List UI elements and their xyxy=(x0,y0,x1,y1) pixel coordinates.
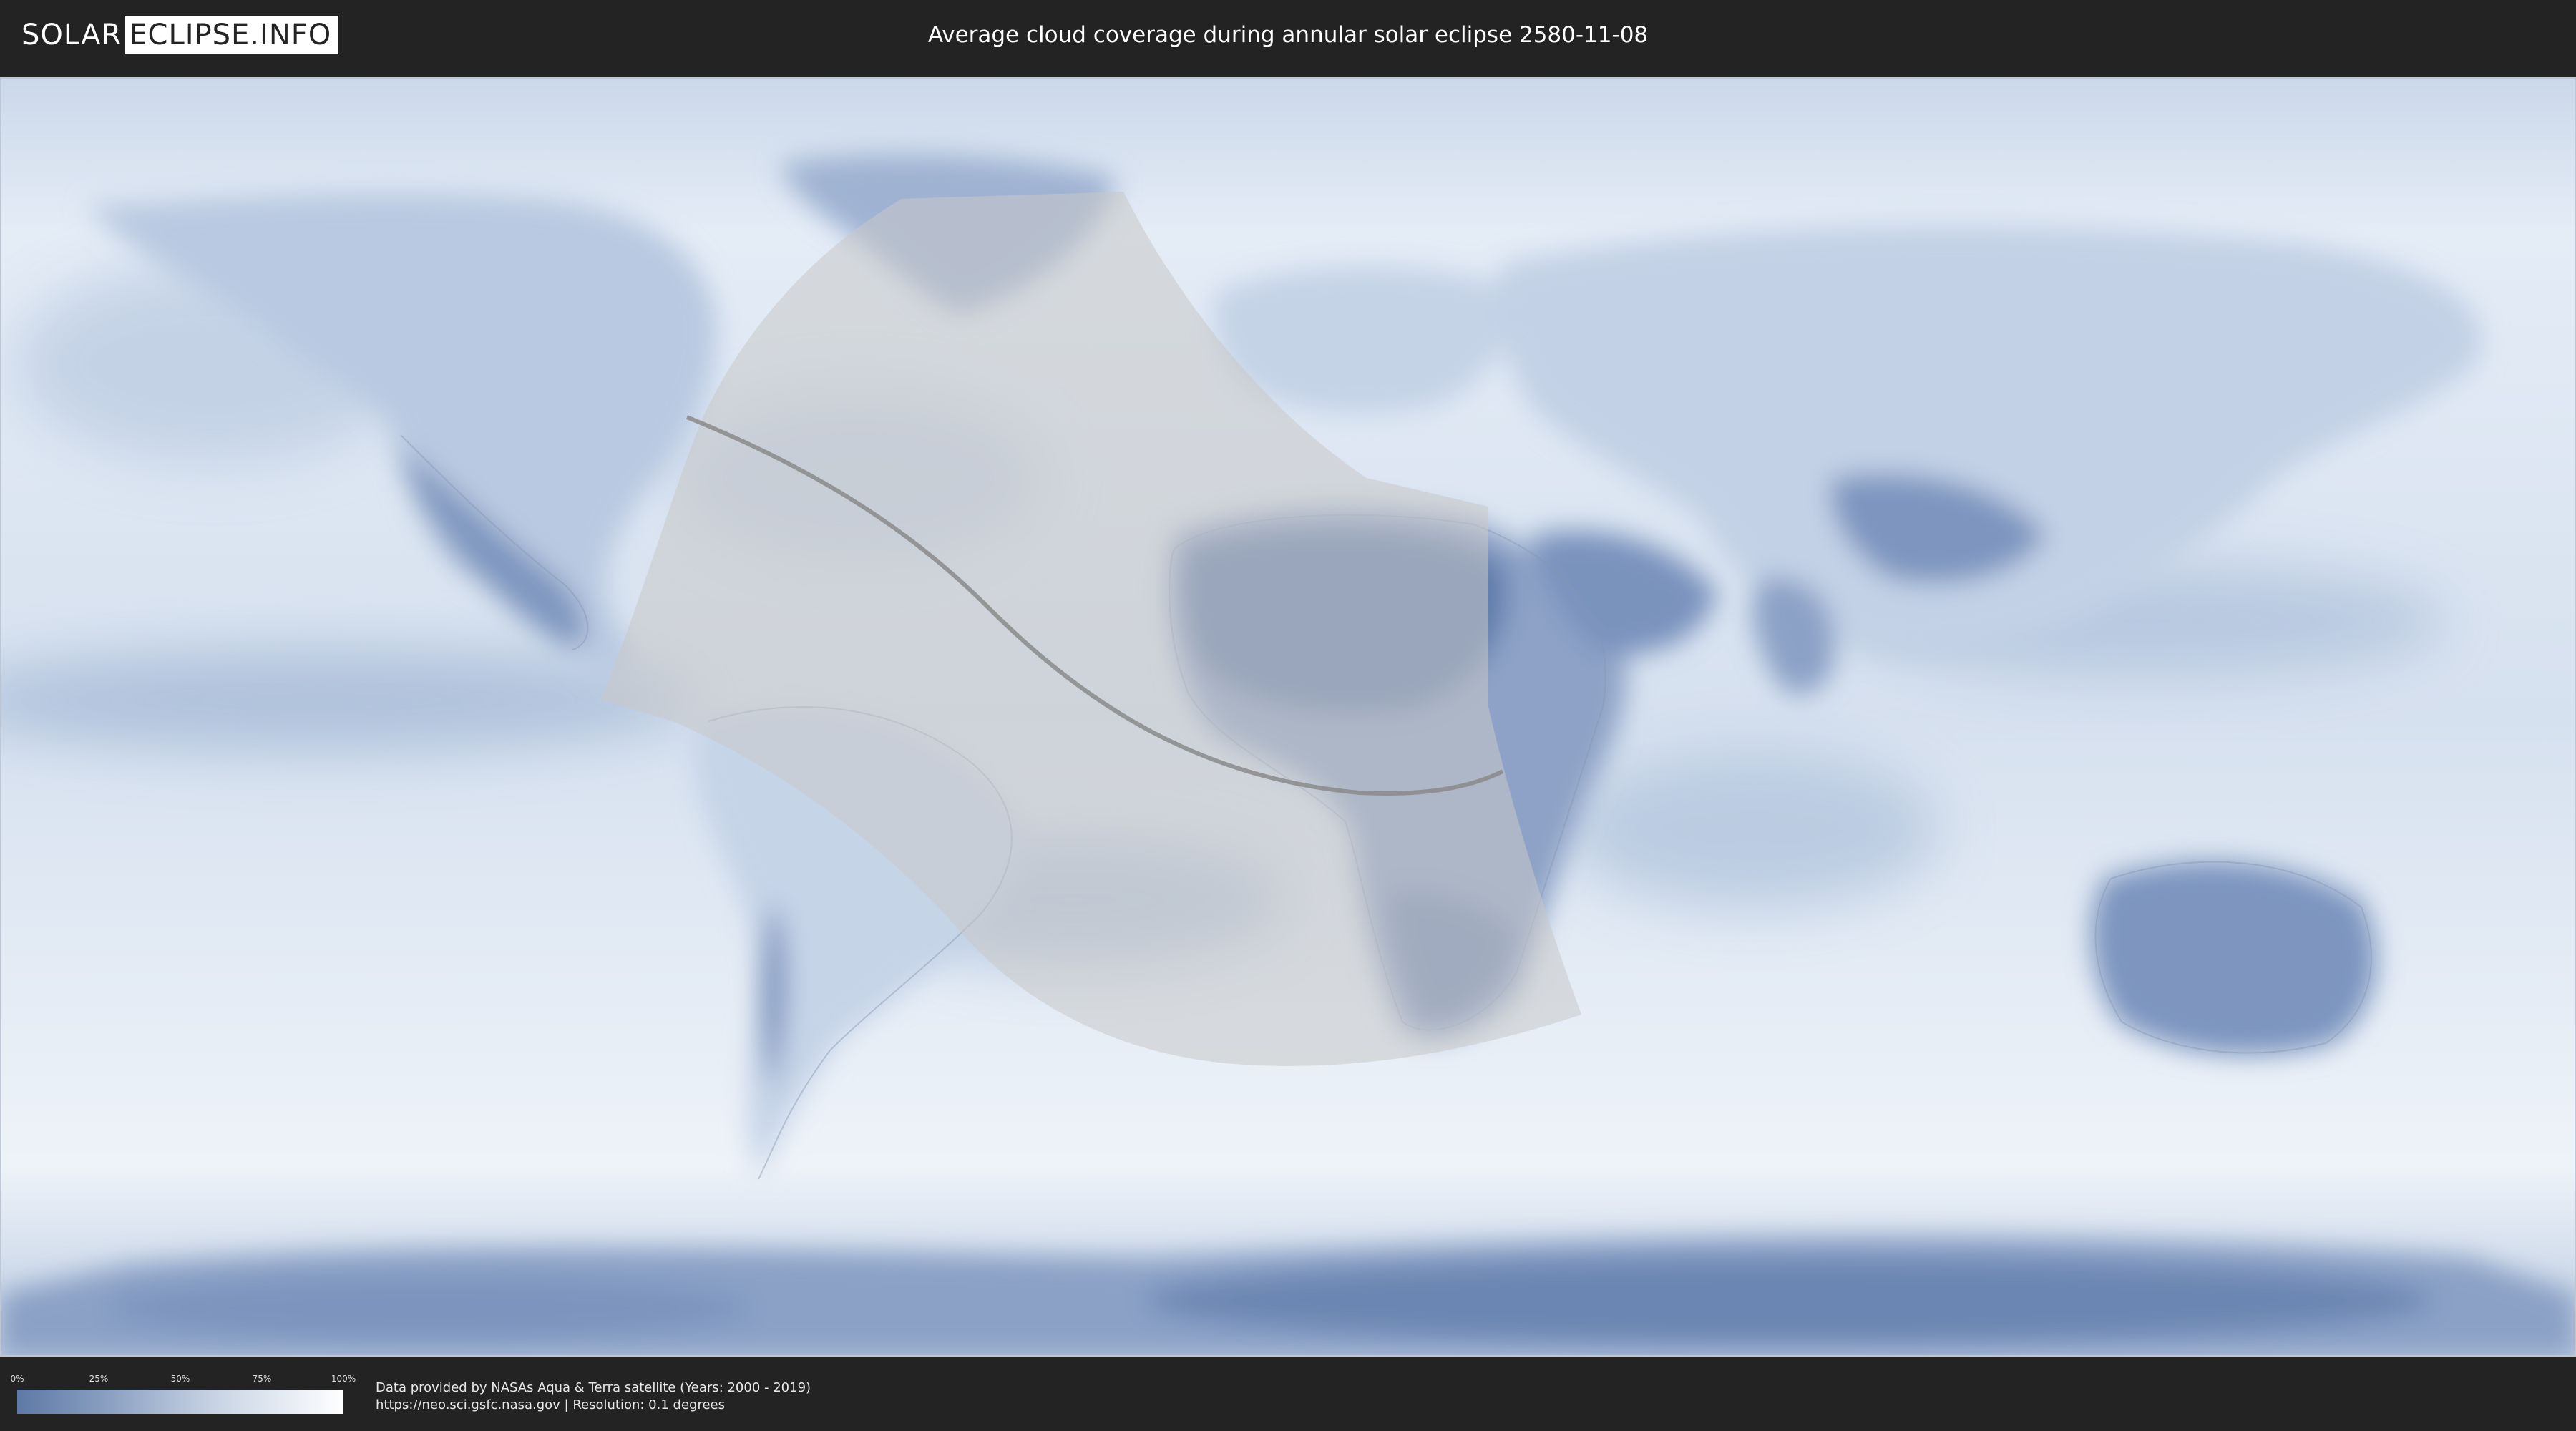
page-title: Average cloud coverage during annular so… xyxy=(927,22,1649,48)
credit-line-source: Data provided by NASAs Aqua & Terra sate… xyxy=(376,1380,811,1395)
footer: 0% 25% 50% 75% 100% Data provided by NAS… xyxy=(0,1359,2576,1431)
legend-tick-0: 0% xyxy=(10,1374,24,1384)
legend-tick-100: 100% xyxy=(331,1374,356,1384)
world-map-svg xyxy=(0,77,2576,1357)
credit-line-url[interactable]: https://neo.sci.gsfc.nasa.gov | Resoluti… xyxy=(376,1397,811,1414)
legend-tick-75: 75% xyxy=(252,1374,272,1384)
legend-tick-50: 50% xyxy=(170,1374,190,1384)
legend-color-bar xyxy=(17,1390,343,1414)
legend-tick-25: 25% xyxy=(89,1374,109,1384)
legend-tick-labels: 0% 25% 50% 75% 100% xyxy=(10,1374,356,1385)
data-credit: Data provided by NASAs Aqua & Terra sate… xyxy=(376,1379,811,1414)
page: SOLAR ECLIPSE.INFO Average cloud coverag… xyxy=(0,0,2576,1431)
header: SOLAR ECLIPSE.INFO Average cloud coverag… xyxy=(0,0,2576,72)
cloud-coverage-map[interactable] xyxy=(0,77,2576,1357)
